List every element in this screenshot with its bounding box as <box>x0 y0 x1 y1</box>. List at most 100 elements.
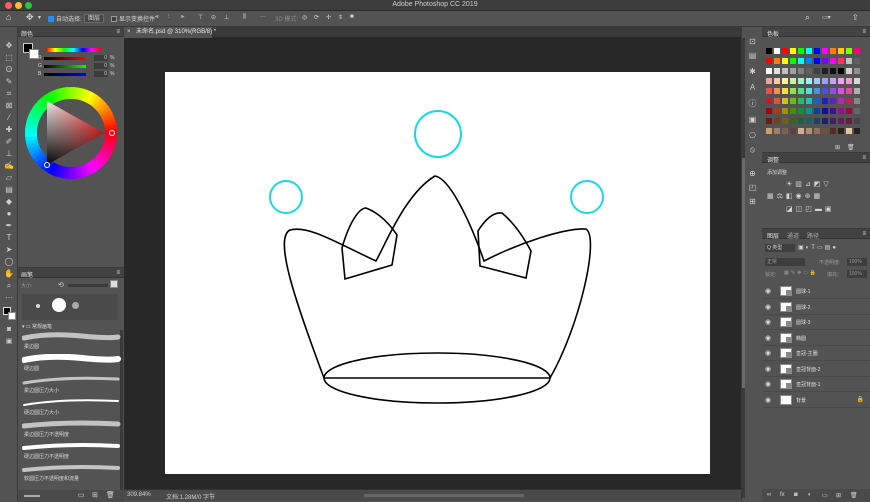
color-swatch[interactable] <box>830 98 836 104</box>
visibility-eye-icon[interactable]: ◉ <box>765 349 773 357</box>
align-bottom-icon[interactable]: ⊥ <box>224 14 229 21</box>
3d-roll-icon[interactable]: ⟳ <box>314 14 319 21</box>
color-swatch[interactable] <box>814 68 820 74</box>
color-swatch[interactable] <box>830 108 836 114</box>
quick-select-tool-icon[interactable]: ✎ <box>4 77 14 86</box>
color-swatch[interactable] <box>830 118 836 124</box>
color-swatch[interactable] <box>806 68 812 74</box>
color-swatch[interactable] <box>806 108 812 114</box>
color-swatch[interactable] <box>766 118 772 124</box>
color-swatch[interactable] <box>822 98 828 104</box>
visibility-eye-icon[interactable]: ◉ <box>765 334 773 342</box>
layer-row[interactable]: ◉ 椭圆 <box>762 331 870 346</box>
hue-sat-icon[interactable]: ▦ <box>767 193 777 200</box>
marquee-tool-icon[interactable]: ⬚ <box>4 53 14 62</box>
3d-scale-icon[interactable]: ■ <box>350 14 354 20</box>
color-swatch[interactable] <box>838 118 844 124</box>
vibrance-icon[interactable]: ▽ <box>823 181 831 188</box>
frame-tool-icon[interactable]: ⊠ <box>4 101 14 110</box>
character-panel-icon[interactable]: A <box>748 83 757 92</box>
color-swatch[interactable] <box>846 58 852 64</box>
selective-color-icon[interactable]: ▣ <box>825 206 835 213</box>
clone-stamp-tool-icon[interactable]: ⊥ <box>4 149 14 158</box>
new-layer-icon[interactable]: ⊞ <box>836 492 841 499</box>
color-swatch[interactable] <box>830 128 836 134</box>
color-swatch[interactable] <box>782 128 788 134</box>
new-group-icon[interactable]: ▭ <box>822 492 828 499</box>
color-swatch[interactable] <box>806 128 812 134</box>
color-swatch[interactable] <box>846 88 852 94</box>
zoom-level[interactable]: 309.84% <box>127 492 151 498</box>
color-swatch[interactable] <box>766 98 772 104</box>
color-swatch[interactable] <box>846 78 852 84</box>
color-swatch[interactable] <box>854 128 860 134</box>
new-swatch-icon[interactable]: ⊞ <box>835 144 840 151</box>
color-swatch[interactable] <box>830 88 836 94</box>
color-swatch[interactable] <box>774 128 780 134</box>
channel-mixer-icon[interactable]: ⊛ <box>805 193 814 200</box>
color-swatch[interactable] <box>782 88 788 94</box>
background-color-swatch[interactable] <box>8 312 16 320</box>
visibility-eye-icon[interactable]: ◉ <box>765 318 773 326</box>
add-mask-icon[interactable]: ◙ <box>794 492 798 498</box>
channels-icon[interactable]: ⎔ <box>748 131 757 140</box>
brush-tip-large[interactable] <box>52 298 66 312</box>
color-swatch[interactable] <box>846 128 852 134</box>
color-swatch[interactable] <box>822 88 828 94</box>
color-swatch[interactable] <box>790 88 796 94</box>
blue-value-field[interactable]: 0 <box>94 71 108 77</box>
color-swatch[interactable] <box>798 48 804 54</box>
color-swatch[interactable] <box>774 78 780 84</box>
color-swatch[interactable] <box>798 58 804 64</box>
color-swatch[interactable] <box>806 98 812 104</box>
color-swatch[interactable] <box>822 108 828 114</box>
screen-mode-icon[interactable]: ▣ <box>4 337 14 346</box>
layer-style-icon[interactable]: fx <box>780 492 785 498</box>
paths-icon[interactable]: ⦸ <box>748 145 757 154</box>
threshold-icon[interactable]: ◰ <box>805 206 815 213</box>
canvas-area[interactable] <box>124 38 741 489</box>
tab-layers[interactable]: 图层 <box>767 231 779 240</box>
tab-paths[interactable]: 路径 <box>807 231 819 240</box>
hand-tool-icon[interactable]: ✋ <box>4 269 14 278</box>
color-swatch[interactable] <box>854 88 860 94</box>
brush-preset[interactable]: 硬边圆压力大小 <box>22 398 122 418</box>
layer-row[interactable]: ◉ 圆球-2 <box>762 300 870 315</box>
color-swatch[interactable] <box>838 78 844 84</box>
color-swatch[interactable] <box>838 88 844 94</box>
color-swatch[interactable] <box>830 68 836 74</box>
color-swatch[interactable] <box>830 48 836 54</box>
brush-preset[interactable]: 柔边圆 <box>22 332 122 352</box>
actions-icon[interactable]: ◰ <box>748 183 757 192</box>
color-swatch[interactable] <box>814 88 820 94</box>
color-swatch[interactable] <box>806 58 812 64</box>
red-value-field[interactable]: 0 <box>94 55 108 61</box>
eraser-tool-icon[interactable]: ▱ <box>4 173 14 182</box>
align-middle-icon[interactable]: ⊝ <box>211 14 216 21</box>
color-swatch[interactable] <box>798 88 804 94</box>
color-swatch[interactable] <box>814 128 820 134</box>
color-swatch[interactable] <box>822 118 828 124</box>
new-brush-icon[interactable]: ⊞ <box>92 491 98 499</box>
auto-select-checkbox[interactable]: 自动选择: <box>48 14 82 23</box>
history-panel-icon[interactable]: ⊡ <box>748 37 757 46</box>
color-swatch[interactable] <box>854 118 860 124</box>
visibility-eye-icon[interactable]: ◉ <box>765 380 773 388</box>
layer-row[interactable]: ◉ 皇冠背面-2 <box>762 362 870 377</box>
tool-preset-chevron-icon[interactable]: ▾ <box>38 14 41 21</box>
color-swatch[interactable] <box>790 118 796 124</box>
workspace-icon[interactable]: ▭▾ <box>822 14 831 21</box>
link-layers-icon[interactable]: ∞ <box>767 492 771 498</box>
color-swatch[interactable] <box>838 48 844 54</box>
document-tab[interactable]: × 未命名.psd @ 310%(RGB/8) * <box>124 27 216 38</box>
color-swatch[interactable] <box>806 48 812 54</box>
color-swatch[interactable] <box>774 98 780 104</box>
color-swatch[interactable] <box>766 58 772 64</box>
color-swatch[interactable] <box>782 108 788 114</box>
color-swatch[interactable] <box>838 108 844 114</box>
eyedropper-tool-icon[interactable]: ⁄ <box>4 113 14 122</box>
exposure-icon[interactable]: ◩ <box>814 181 824 188</box>
hue-bar[interactable] <box>46 48 101 52</box>
color-swatch[interactable] <box>782 78 788 84</box>
vertical-scrollbar-thumb[interactable] <box>742 158 745 388</box>
